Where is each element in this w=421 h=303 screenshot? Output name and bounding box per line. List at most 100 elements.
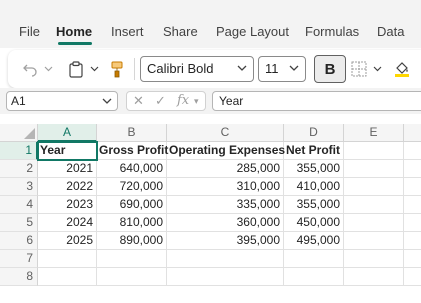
tab-share[interactable]: Share xyxy=(163,24,198,39)
column-header-a[interactable]: A xyxy=(38,124,97,142)
tab-data[interactable]: Data xyxy=(377,24,404,39)
cancel-icon[interactable]: ✕ xyxy=(133,93,144,109)
chevron-down-icon xyxy=(102,98,112,104)
name-box-value: A1 xyxy=(11,94,26,108)
table-cell[interactable]: 810,000 xyxy=(97,214,167,232)
table-cell[interactable]: 2021 xyxy=(38,160,97,178)
column-header-b[interactable]: B xyxy=(97,124,167,142)
table-cell[interactable]: 310,000 xyxy=(167,178,284,196)
tab-page-layout[interactable]: Page Layout xyxy=(216,24,289,39)
formula-input[interactable]: Year xyxy=(212,91,421,111)
cell-b1[interactable]: Gross Profit xyxy=(97,142,168,160)
row-header-1[interactable]: 1 xyxy=(0,142,38,160)
format-painter-icon[interactable] xyxy=(108,59,126,79)
chevron-down-icon xyxy=(289,65,299,71)
chevron-down-icon[interactable]: ▾ xyxy=(194,96,199,107)
table-cell[interactable]: 690,000 xyxy=(97,196,167,214)
table-cell[interactable] xyxy=(284,250,344,268)
row-header-8[interactable]: 8 xyxy=(0,268,38,286)
table-cell[interactable]: 2023 xyxy=(38,196,97,214)
row-header-6[interactable]: 6 xyxy=(0,232,38,250)
font-size-dropdown[interactable]: 11 xyxy=(258,56,306,82)
table-cell[interactable] xyxy=(404,178,421,196)
formula-content: Year xyxy=(219,94,244,108)
table-cell[interactable] xyxy=(167,250,284,268)
table-cell[interactable]: 495,000 xyxy=(284,232,344,250)
row-header-5[interactable]: 5 xyxy=(0,214,38,232)
borders-dropdown-chevron-icon[interactable] xyxy=(371,62,383,76)
table-cell[interactable] xyxy=(344,232,404,250)
table-cell[interactable]: 335,000 xyxy=(167,196,284,214)
font-name-dropdown[interactable]: Calibri Bold xyxy=(140,56,254,82)
bold-label: B xyxy=(324,60,336,78)
name-box[interactable]: A1 xyxy=(6,91,118,111)
table-cell[interactable] xyxy=(404,232,421,250)
table-cell[interactable]: 2025 xyxy=(38,232,97,250)
table-cell[interactable] xyxy=(344,250,404,268)
table-cell[interactable] xyxy=(284,268,344,286)
table-cell[interactable] xyxy=(404,250,421,268)
active-tab-indicator xyxy=(58,42,92,45)
table-cell[interactable] xyxy=(404,268,421,286)
table-cell[interactable] xyxy=(97,250,167,268)
table-cell[interactable] xyxy=(404,214,421,232)
table-cell[interactable]: 2024 xyxy=(38,214,97,232)
undo-icon[interactable] xyxy=(20,60,40,78)
table-cell[interactable] xyxy=(38,268,97,286)
formula-bar: A1 ✕ ✓ fx ▾ Year xyxy=(0,88,421,114)
tab-file[interactable]: File xyxy=(19,24,40,39)
table-cell[interactable]: 450,000 xyxy=(284,214,344,232)
font-size-value: 11 xyxy=(265,61,279,76)
tab-formulas[interactable]: Formulas xyxy=(305,24,359,39)
formula-actions: ✕ ✓ fx ▾ xyxy=(126,91,206,111)
borders-icon[interactable] xyxy=(349,60,369,78)
table-cell[interactable] xyxy=(404,160,421,178)
table-cell[interactable] xyxy=(404,196,421,214)
table-cell[interactable] xyxy=(344,196,404,214)
table-cell[interactable] xyxy=(344,160,404,178)
font-name-value: Calibri Bold xyxy=(147,61,214,76)
undo-dropdown-chevron-icon[interactable] xyxy=(42,62,54,76)
confirm-icon[interactable]: ✓ xyxy=(155,93,166,109)
table-cell[interactable] xyxy=(167,268,284,286)
select-all-corner[interactable] xyxy=(0,124,38,142)
paste-dropdown-chevron-icon[interactable] xyxy=(88,62,100,76)
table-cell[interactable]: 2022 xyxy=(38,178,97,196)
column-header-c[interactable]: C xyxy=(167,124,284,142)
table-cell[interactable] xyxy=(344,178,404,196)
table-cell[interactable]: 410,000 xyxy=(284,178,344,196)
table-cell[interactable]: 360,000 xyxy=(167,214,284,232)
bold-button[interactable]: B xyxy=(314,55,346,83)
table-cell[interactable]: 640,000 xyxy=(97,160,167,178)
insert-function-icon[interactable]: fx xyxy=(177,93,189,108)
table-cell[interactable]: 720,000 xyxy=(97,178,167,196)
ribbon-toolbar: Calibri Bold 11 B xyxy=(8,50,421,88)
chevron-down-icon xyxy=(237,65,247,71)
column-header-e[interactable]: E xyxy=(344,124,404,142)
tab-insert[interactable]: Insert xyxy=(111,24,144,39)
menu-bar: File Home Insert Share Page Layout Formu… xyxy=(0,0,421,48)
clipboard-icon[interactable] xyxy=(66,59,86,79)
row-header-7[interactable]: 7 xyxy=(0,250,38,268)
cell-f1[interactable] xyxy=(404,142,421,160)
row-header-3[interactable]: 3 xyxy=(0,178,38,196)
spreadsheet-grid: A B C D E 1 2 3 4 5 6 7 8 Year Gross Pro… xyxy=(0,124,421,303)
tab-home[interactable]: Home xyxy=(56,24,92,39)
active-cell-outline xyxy=(37,141,98,161)
column-header-d[interactable]: D xyxy=(284,124,344,142)
table-cell[interactable] xyxy=(344,268,404,286)
cell-e1[interactable] xyxy=(344,142,404,160)
table-cell[interactable]: 395,000 xyxy=(167,232,284,250)
table-cell[interactable] xyxy=(97,268,167,286)
row-header-2[interactable]: 2 xyxy=(0,160,38,178)
table-cell[interactable]: 355,000 xyxy=(284,160,344,178)
row-header-4[interactable]: 4 xyxy=(0,196,38,214)
cell-c1[interactable]: Operating Expenses xyxy=(167,142,285,160)
table-cell[interactable] xyxy=(38,250,97,268)
table-cell[interactable] xyxy=(344,214,404,232)
table-cell[interactable]: 285,000 xyxy=(167,160,284,178)
table-cell[interactable]: 355,000 xyxy=(284,196,344,214)
cell-d1[interactable]: Net Profit xyxy=(284,142,344,160)
fill-color-icon[interactable] xyxy=(392,59,412,79)
table-cell[interactable]: 890,000 xyxy=(97,232,167,250)
